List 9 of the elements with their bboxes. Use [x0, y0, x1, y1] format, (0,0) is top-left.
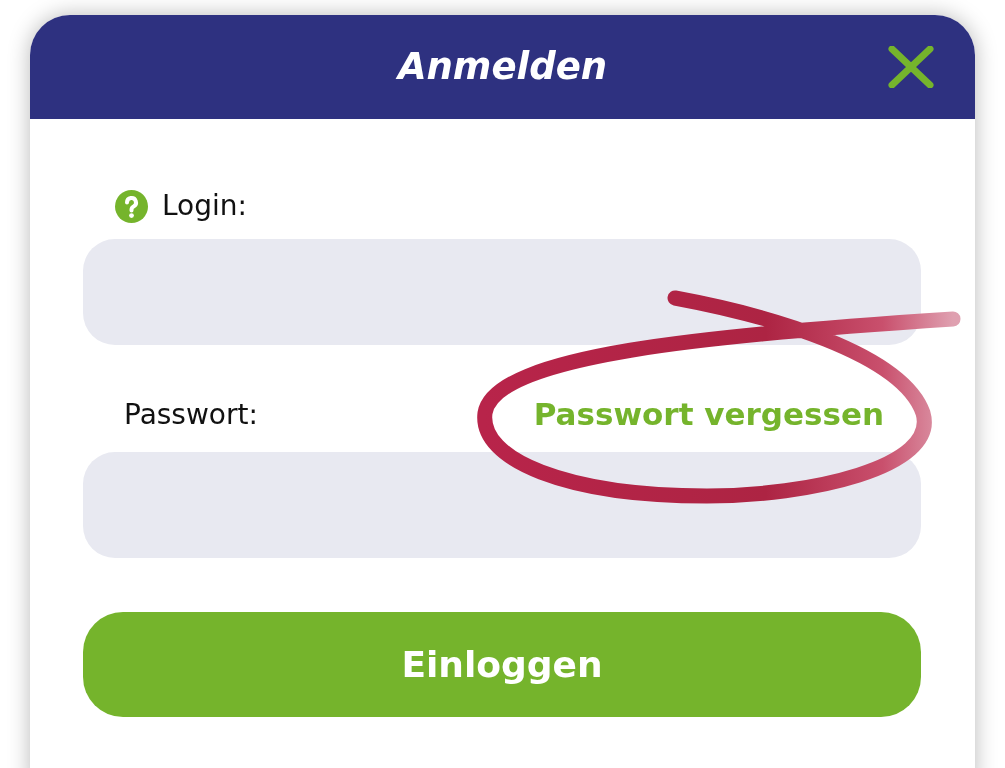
forgot-password-link[interactable]: Passwort vergessen: [533, 396, 884, 434]
input-field[interactable]: [83, 452, 921, 558]
close-button[interactable]: [888, 46, 934, 88]
input-field[interactable]: [83, 239, 921, 345]
field-label: Login:: [162, 189, 247, 223]
dialog-title: Anmelden: [397, 44, 608, 90]
field-label: Passwort:: [124, 398, 258, 432]
login-button[interactable]: Einloggen: [83, 612, 921, 717]
close-icon: [888, 46, 934, 88]
